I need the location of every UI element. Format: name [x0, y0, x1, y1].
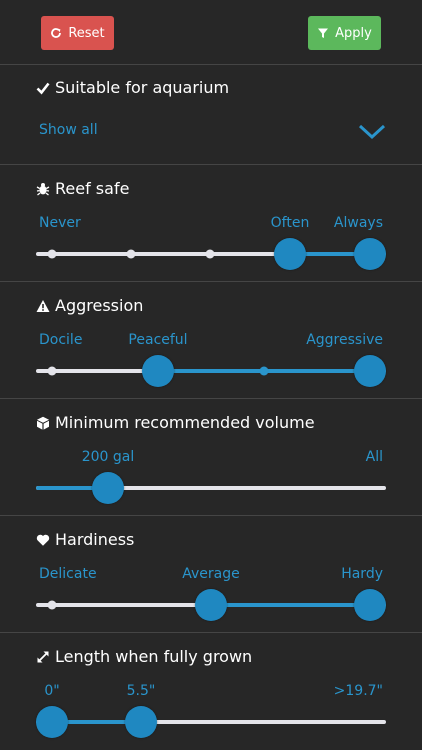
reef-label-often: Often	[270, 215, 310, 231]
reef-safe-title: Reef safe	[36, 179, 129, 198]
reef-safe-section: Reef safe Never Often Always	[0, 165, 422, 281]
aggression-title: Aggression	[36, 296, 143, 315]
hardiness-min-handle[interactable]	[195, 589, 227, 621]
expand-icon	[37, 651, 49, 662]
hardiness-section: Hardiness Delicate Average Hardy	[0, 516, 422, 632]
reset-label: Reset	[68, 25, 105, 41]
reset-button[interactable]: Reset	[41, 16, 114, 50]
show-all-link[interactable]: Show all	[39, 122, 98, 138]
length-title: Length when fully grown	[36, 647, 252, 666]
hardiness-label-hardy: Hardy	[341, 566, 383, 582]
length-section: Length when fully grown 0" 5.5" >19.7"	[0, 633, 422, 750]
reef-stop-dot	[205, 249, 215, 259]
filter-icon	[318, 28, 329, 38]
aggression-section: Aggression Docile Peaceful Aggressive	[0, 282, 422, 398]
aggression-stop-dot	[259, 366, 269, 376]
apply-button[interactable]: Apply	[308, 16, 381, 50]
bug-icon	[36, 182, 50, 196]
warning-icon	[36, 299, 50, 312]
reef-min-handle[interactable]	[274, 238, 306, 270]
hardiness-stop-dot	[47, 600, 57, 610]
reef-label-never: Never	[39, 215, 81, 231]
cube-icon	[37, 416, 49, 430]
aggression-stop-dot	[47, 366, 57, 376]
heart-icon	[36, 534, 50, 546]
refresh-icon	[51, 28, 62, 38]
aquarium-title: Suitable for aquarium	[36, 78, 229, 97]
aggression-label-peaceful: Peaceful	[128, 332, 188, 348]
length-max-handle[interactable]	[125, 706, 157, 738]
reef-stop-dot	[126, 249, 136, 259]
check-icon	[36, 82, 50, 94]
length-label-max: >19.7"	[333, 683, 383, 699]
aggression-max-handle[interactable]	[354, 355, 386, 387]
volume-label-value: 200 gal	[81, 449, 135, 465]
reef-label-always: Always	[333, 215, 383, 231]
apply-label: Apply	[335, 25, 372, 41]
volume-label-all: All	[365, 449, 383, 465]
hardiness-title: Hardiness	[36, 530, 134, 549]
reef-stop-dot	[47, 249, 57, 259]
length-label-mid: 5.5"	[126, 683, 156, 699]
aggression-label-docile: Docile	[39, 332, 83, 348]
hardiness-label-delicate: Delicate	[39, 566, 97, 582]
aquarium-section: Suitable for aquarium Show all	[0, 64, 422, 164]
hardiness-max-handle[interactable]	[354, 589, 386, 621]
chevron-down-icon[interactable]	[358, 124, 386, 140]
reef-max-handle[interactable]	[354, 238, 386, 270]
hardiness-label-average: Average	[182, 566, 240, 582]
filter-toolbar: Reset Apply	[0, 0, 422, 64]
volume-handle[interactable]	[92, 472, 124, 504]
aggression-min-handle[interactable]	[142, 355, 174, 387]
length-label-min: 0"	[44, 683, 60, 699]
volume-section: Minimum recommended volume 200 gal All	[0, 399, 422, 515]
hardiness-slider-range	[211, 603, 370, 607]
volume-title: Minimum recommended volume	[36, 413, 315, 432]
aggression-label-aggressive: Aggressive	[306, 332, 383, 348]
length-min-handle[interactable]	[36, 706, 68, 738]
